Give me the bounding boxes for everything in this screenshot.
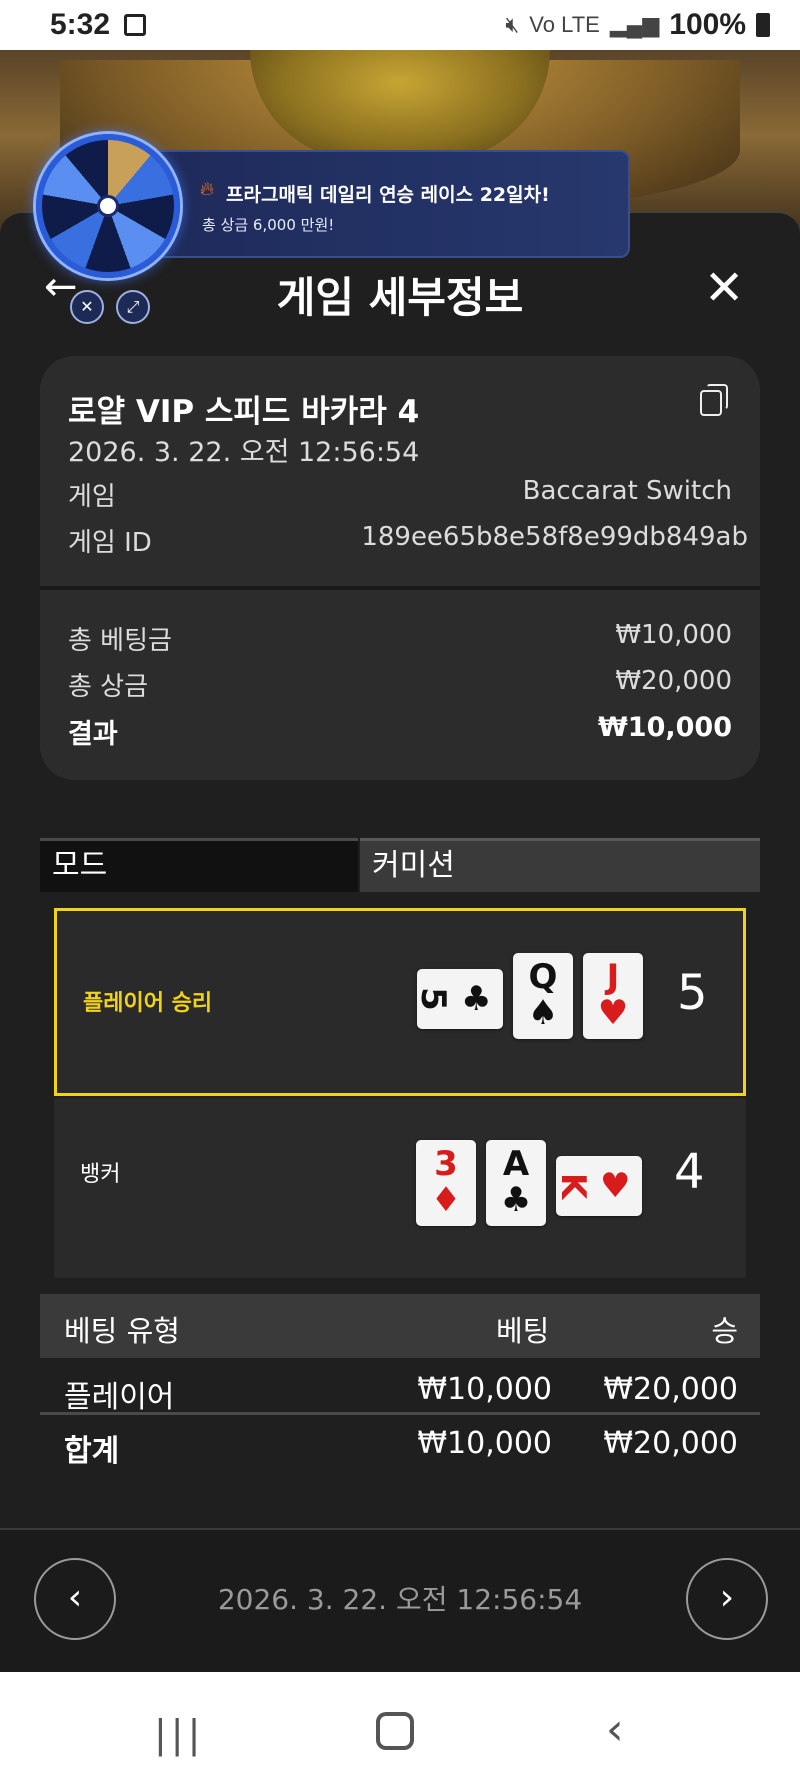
total-bet-label: 총 베팅금	[68, 626, 172, 656]
promo-title: 프라그매틱 데일리 연승 레이스 22일차!	[226, 184, 550, 206]
game-type-value: Baccarat Switch	[522, 476, 732, 506]
playing-card: K ♥	[553, 1156, 642, 1216]
copy-icon[interactable]	[700, 384, 728, 416]
promo-subtitle: 총 상금 6,000 만원!	[202, 216, 335, 234]
banker-outcome: 뱅커 3 ♦ A ♣ K ♥ 4	[54, 1098, 746, 1278]
game-type-label: 게임	[68, 482, 116, 512]
footer-datetime: 2026. 3. 22. 오전 12:56:54	[217, 1583, 583, 1616]
page-title: 게임 세부정보	[276, 273, 524, 322]
battery-icon	[756, 13, 770, 37]
recent-apps-icon[interactable]: |||	[154, 1712, 204, 1756]
tab-mode[interactable]: 모드	[40, 838, 358, 892]
player-win-label: 플레이어 승리	[83, 991, 213, 1016]
header-bet-type: 베팅 유형	[64, 1314, 180, 1348]
player-outcome: 플레이어 승리 5 ♣ Q ♠ J ♥ 5	[54, 908, 746, 1096]
bets-table-header: 베팅 유형 베팅 승	[40, 1294, 760, 1358]
wheel-hub	[97, 195, 119, 217]
close-icon[interactable]: ✕	[704, 260, 744, 316]
row-bet-type: 플레이어	[64, 1380, 175, 1415]
playing-card: Q ♠	[513, 953, 573, 1039]
game-info-card: 로얄 VIP 스피드 바카라 4 2026. 3. 22. 오전 12:56:5…	[40, 356, 760, 780]
game-id-value: 189ee65b8e58f8e99db849ab	[361, 522, 748, 552]
status-time: 5:32	[50, 8, 111, 41]
tab-commission[interactable]: 커미션	[360, 838, 760, 892]
total-bet-value: ₩10,000	[615, 620, 732, 650]
card-divider	[40, 586, 760, 590]
banker-score: 4	[674, 1144, 705, 1200]
row-win-amount: ₩20,000	[603, 1372, 738, 1407]
view-tabs: 모드 커미션	[40, 838, 760, 892]
home-icon[interactable]	[376, 1712, 414, 1750]
playing-card: 3 ♦	[416, 1140, 476, 1226]
game-id-label: 게임 ID	[68, 528, 152, 558]
row-bet-amount: ₩10,000	[417, 1372, 552, 1407]
total-row: 합계 ₩10,000 ₩20,000	[40, 1412, 760, 1469]
signal-icon: ▂▄▆	[609, 12, 660, 37]
playing-card: A ♣	[486, 1140, 546, 1226]
room-name: 로얄 VIP 스피드 바카라 4	[68, 394, 420, 430]
game-datetime: 2026. 3. 22. 오전 12:56:54	[68, 437, 420, 468]
promo-banner[interactable]: 🔥︎ 프라그매틱 데일리 연승 레이스 22일차! 총 상금 6,000 만원!	[152, 150, 630, 258]
table-row: 플레이어 ₩10,000 ₩20,000	[40, 1358, 760, 1415]
total-prize-label: 총 상금	[68, 672, 149, 702]
battery-percent: 100%	[669, 8, 746, 41]
mute-icon: 🔇︎	[505, 12, 520, 37]
total-bet-amount: ₩10,000	[417, 1426, 552, 1461]
playing-card: 5 ♣	[413, 969, 503, 1029]
status-bar: 5:32 🔇︎ Vo LTE ▂▄▆ 100%	[0, 0, 800, 50]
status-right: 🔇︎ Vo LTE ▂▄▆ 100%	[505, 8, 770, 42]
system-navigation-bar: ||| ‹	[0, 1672, 800, 1784]
banker-label: 뱅커	[80, 1162, 121, 1187]
fire-icon: 🔥︎	[200, 178, 214, 200]
header-win: 승	[711, 1314, 738, 1348]
result-label: 결과	[68, 719, 118, 750]
round-navigation: ‹ 2026. 3. 22. 오전 12:56:54 ›	[0, 1530, 800, 1672]
total-label: 합계	[64, 1434, 120, 1469]
next-round-button[interactable]: ›	[686, 1558, 768, 1640]
header-bet: 베팅	[496, 1314, 550, 1348]
playing-card: J ♥	[583, 953, 643, 1039]
total-prize-value: ₩20,000	[615, 666, 732, 696]
total-win-amount: ₩20,000	[603, 1426, 738, 1461]
volte-indicator: Vo LTE	[529, 12, 600, 37]
header: ← 게임 세부정보 ✕	[0, 250, 800, 330]
gallery-notification-icon	[124, 14, 146, 36]
system-back-icon[interactable]: ‹	[606, 1704, 624, 1755]
result-value: ₩10,000	[598, 712, 732, 743]
player-score: 5	[677, 965, 708, 1021]
